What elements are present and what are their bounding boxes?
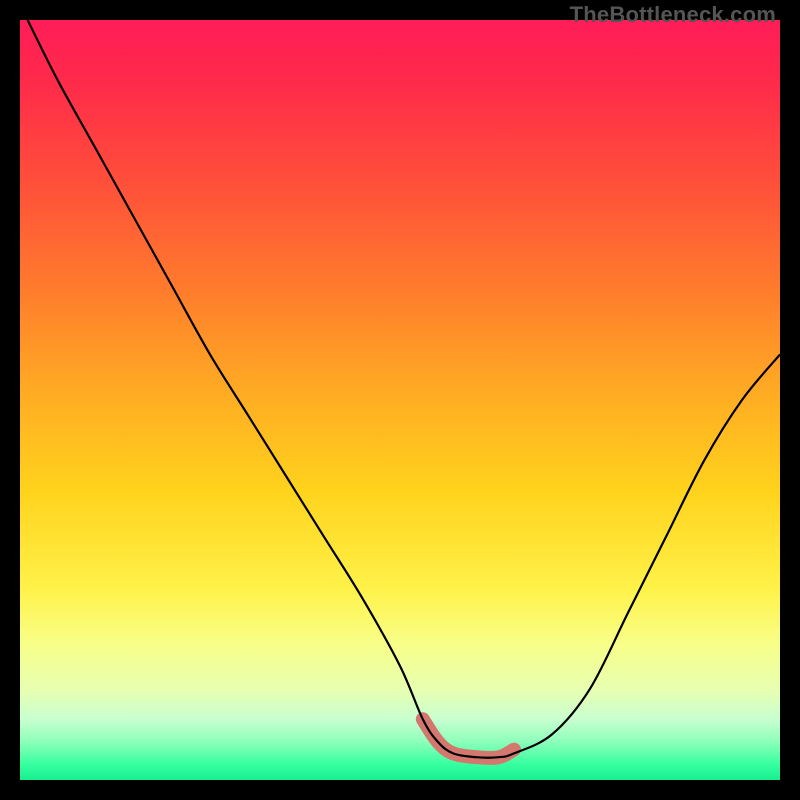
bottleneck-curve-path	[28, 20, 780, 758]
curve-layer	[20, 20, 780, 780]
chart-frame: TheBottleneck.com	[0, 0, 800, 800]
